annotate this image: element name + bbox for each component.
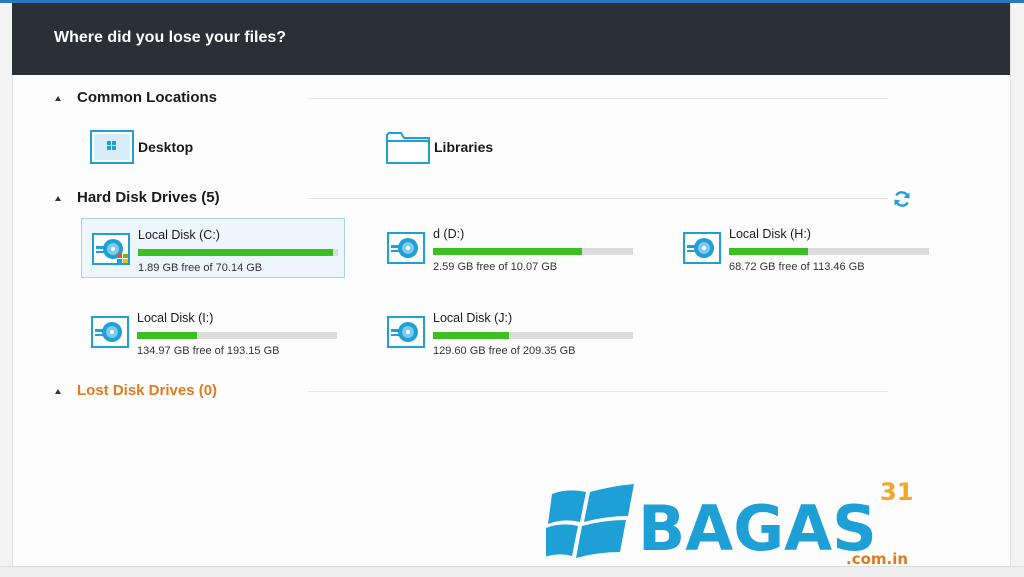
section-title: Lost Disk Drives (0) (77, 381, 218, 399)
location-label: Desktop (138, 139, 194, 155)
drive-j[interactable]: Local Disk (J:) 129.60 GB free of 209.35… (377, 302, 641, 362)
drive-c[interactable]: Local Disk (C:) 1.89 GB free of 70.14 GB (81, 218, 345, 278)
watermark-number: 31 (880, 478, 913, 506)
drive-usage-bar (729, 248, 929, 255)
drive-free-space: 1.89 GB free of 70.14 GB (138, 262, 263, 274)
drive-name: Local Disk (H:) (729, 227, 811, 241)
drive-name: Local Disk (C:) (138, 228, 220, 242)
hard-disk-icon (91, 316, 129, 348)
drive-usage-bar (137, 332, 337, 339)
drive-usage-fill (138, 249, 333, 256)
drive-usage-fill (433, 332, 510, 339)
page-header: Where did you lose your files? (12, 3, 1010, 75)
location-label: Libraries (434, 139, 494, 155)
drive-free-space: 2.59 GB free of 10.07 GB (433, 261, 558, 273)
bottom-bar (0, 566, 1024, 577)
section-hard-disk-drives[interactable]: Hard Disk Drives (5) (55, 185, 220, 209)
hard-disk-icon (387, 316, 425, 348)
drive-usage-bar (433, 332, 633, 339)
watermark-brand: BAGAS (638, 492, 877, 565)
section-title: Common Locations (77, 88, 218, 106)
drive-usage-fill (137, 332, 198, 339)
window-frame-left (0, 3, 13, 576)
drive-free-space: 129.60 GB free of 209.35 GB (433, 345, 576, 357)
collapse-arrow-icon[interactable] (55, 95, 61, 101)
drive-i[interactable]: Local Disk (I:) 134.97 GB free of 193.15… (81, 302, 345, 362)
drive-h[interactable]: Local Disk (H:) 68.72 GB free of 113.46 … (673, 218, 937, 278)
location-libraries[interactable]: Libraries (386, 130, 493, 164)
hard-disk-icon (387, 232, 425, 264)
section-divider (308, 198, 888, 199)
collapse-arrow-icon[interactable] (55, 388, 61, 394)
drive-free-space: 134.97 GB free of 193.15 GB (137, 345, 280, 357)
drive-name: Local Disk (I:) (137, 311, 214, 325)
section-divider (308, 391, 888, 392)
refresh-icon[interactable] (892, 189, 912, 209)
drive-usage-bar (433, 248, 633, 255)
drive-name: Local Disk (J:) (433, 311, 513, 325)
section-title: Hard Disk Drives (5) (77, 188, 220, 206)
section-divider (308, 98, 888, 99)
hard-disk-icon (683, 232, 721, 264)
drive-usage-fill (729, 248, 808, 255)
drive-name: d (D:) (433, 227, 465, 241)
desktop-icon (90, 130, 134, 164)
drive-usage-fill (433, 248, 582, 255)
drive-d[interactable]: d (D:) 2.59 GB free of 10.07 GB (377, 218, 641, 278)
section-lost-disk-drives[interactable]: Lost Disk Drives (0) (55, 378, 217, 402)
hard-disk-icon (92, 233, 130, 265)
window-frame-right (1010, 3, 1024, 576)
collapse-arrow-icon[interactable] (55, 195, 61, 201)
section-common-locations[interactable]: Common Locations (55, 85, 217, 109)
folder-icon (386, 132, 430, 164)
drive-free-space: 68.72 GB free of 113.46 GB (729, 261, 865, 273)
location-desktop[interactable]: Desktop (90, 130, 193, 164)
page-title: Where did you lose your files? (54, 29, 287, 46)
bagas31-watermark-logo: BAGAS 31 .com.in (546, 478, 913, 568)
drive-usage-bar (138, 249, 338, 256)
